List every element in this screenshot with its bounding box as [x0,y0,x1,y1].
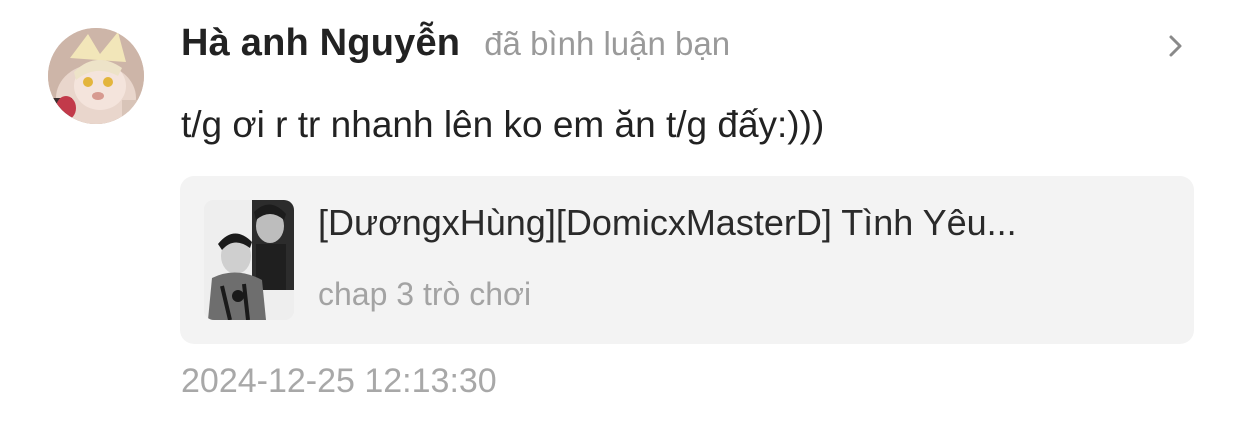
story-thumbnail [204,200,294,320]
notification-header: Hà anh Nguyễn đã bình luận bạn [181,22,730,70]
user-avatar[interactable] [48,28,144,124]
avatar-image [48,28,144,124]
chevron-right-icon[interactable] [1160,30,1192,62]
story-card[interactable]: [DươngxHùng][DomicxMasterD] Tình Yêu... … [180,176,1194,344]
timestamp: 2024-12-25 12:13:30 [181,362,497,400]
story-title: [DươngxHùng][DomicxMasterD] Tình Yêu... [318,202,1017,243]
comment-text: t/g ơi r tr nhanh lên ko em ăn t/g đấy:)… [181,104,825,145]
action-text: đã bình luận bạn [484,25,731,62]
comment-notification[interactable]: Hà anh Nguyễn đã bình luận bạn t/g ơi r … [0,0,1242,421]
username[interactable]: Hà anh Nguyễn [181,22,460,65]
story-chapter: chap 3 trò chơi [318,276,532,312]
story-cover-image [204,200,294,320]
